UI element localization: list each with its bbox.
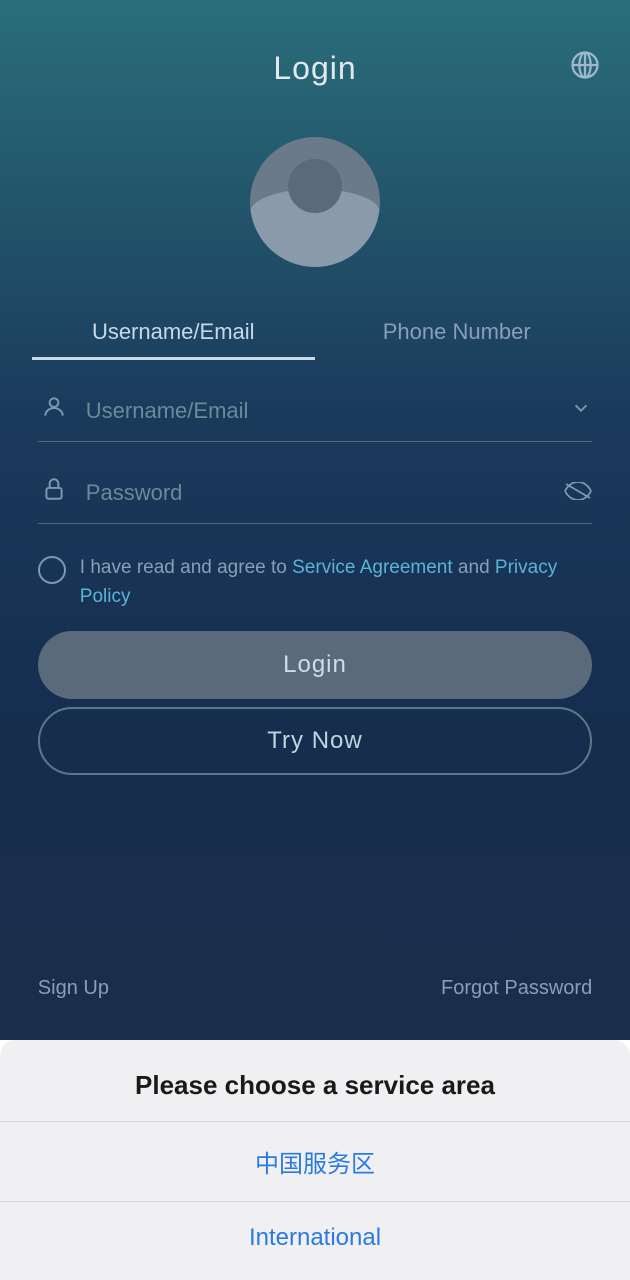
sign-up-button[interactable]: Sign Up [38,977,109,1000]
login-button[interactable]: Login [38,631,592,699]
agreement-row: I have read and agree to Service Agreeme… [38,544,592,621]
agreement-checkbox[interactable] [38,556,66,584]
try-now-button[interactable]: Try Now [38,707,592,775]
sheet-title: Please choose a service area [115,1040,515,1121]
login-tabs: Username/Email Phone Number [32,307,599,360]
service-area-sheet: Please choose a service area 中国服务区 Inter… [0,1040,630,1280]
tab-username-email[interactable]: Username/Email [32,307,316,360]
agreement-text: I have read and agree to Service Agreeme… [80,554,592,611]
login-background: Login Username/Email Phone Number [0,0,630,1040]
globe-icon[interactable] [570,50,600,87]
international-option[interactable]: International [0,1202,630,1274]
china-service-option[interactable]: 中国服务区 [0,1122,630,1201]
bottom-links: Sign Up Forgot Password [38,947,592,1040]
username-email-input[interactable] [86,398,554,424]
avatar-head [288,159,342,213]
service-agreement-link[interactable]: Service Agreement [292,557,453,578]
eye-slash-icon[interactable] [564,480,592,506]
dropdown-chevron-icon[interactable] [570,397,592,425]
lock-icon [38,476,70,509]
password-input-row [38,462,592,524]
password-input[interactable] [86,480,548,506]
login-form: I have read and agree to Service Agreeme… [38,380,592,621]
tab-phone-number[interactable]: Phone Number [315,307,599,360]
avatar-container [250,137,380,267]
avatar [250,137,380,267]
page-title: Login [273,50,356,87]
person-icon [38,394,70,427]
forgot-password-button[interactable]: Forgot Password [441,977,592,1000]
header: Login [0,0,630,107]
username-input-row [38,380,592,442]
